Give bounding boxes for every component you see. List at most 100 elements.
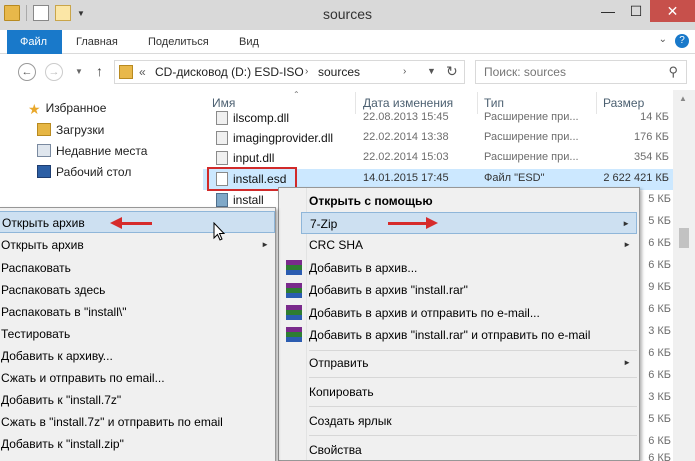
tab-view[interactable]: Вид: [227, 30, 271, 54]
breadcrumb-overflow[interactable]: «: [139, 65, 146, 79]
breadcrumb-separator[interactable]: ›: [305, 66, 308, 77]
menu-item-label: Добавить в архив и отправить по e-mail..…: [309, 306, 540, 320]
file-name: install: [233, 193, 264, 207]
winrar-icon: [286, 283, 302, 298]
submenu-arrow-icon: ►: [623, 240, 631, 249]
drive-icon: [119, 65, 133, 79]
sort-arrow-icon: ⌃: [293, 90, 300, 99]
menu-separator: [309, 435, 637, 436]
zip-item-7z-email[interactable]: Сжать в "install.7z" и отправить по emai…: [0, 411, 275, 433]
breadcrumb-drive[interactable]: CD-дисковод (D:) ESD-ISO: [155, 65, 304, 79]
maximize-button[interactable]: ☐: [622, 0, 650, 22]
zip-item-test[interactable]: Тестировать: [0, 323, 275, 345]
menu-item-label: Добавить в архив "install.rar" и отправи…: [309, 328, 591, 342]
nav-desktop[interactable]: Рабочий стол: [37, 165, 131, 179]
help-icon[interactable]: ?: [675, 34, 689, 48]
breadcrumb-separator[interactable]: ›: [403, 66, 406, 77]
menu-item-create-shortcut[interactable]: Создать ярлык: [301, 410, 637, 432]
menu-item-label: Отправить: [309, 356, 369, 370]
menu-item-copy[interactable]: Копировать: [301, 381, 637, 403]
minimize-button[interactable]: —: [594, 0, 622, 22]
search-icon[interactable]: ⚲: [668, 64, 678, 80]
file-size-fragment: 3 КБ: [648, 391, 671, 403]
navigation-pane: ★ Избранное Загрузки Недавние места Рабоч…: [0, 90, 203, 210]
breadcrumb-sources[interactable]: sources: [318, 65, 360, 79]
dll-file-icon: [216, 151, 228, 165]
menu-item-send-to[interactable]: Отправить ►: [301, 352, 637, 374]
file-size: 176 КБ: [633, 131, 669, 143]
file-size-fragment: 5 КБ: [648, 413, 671, 425]
nav-recent-places[interactable]: Недавние места: [37, 144, 147, 158]
mouse-cursor-icon: [213, 222, 226, 241]
up-button[interactable]: ↑: [96, 63, 103, 79]
address-dropdown-icon[interactable]: ▼: [427, 66, 436, 76]
menu-item-add-archive[interactable]: Добавить в архив...: [301, 257, 637, 279]
submenu-arrow-icon: ►: [622, 219, 630, 228]
file-date: 22.02.2014 15:03: [363, 151, 449, 163]
file-row[interactable]: imagingprovider.dll 22.02.2014 13:38 Рас…: [203, 128, 673, 149]
menu-item-7zip[interactable]: 7-Zip ►: [301, 212, 637, 234]
forward-button[interactable]: →: [45, 63, 63, 81]
zip-item-add-zip[interactable]: Добавить к "install.zip": [0, 433, 275, 455]
menu-separator: [309, 406, 637, 407]
refresh-icon[interactable]: ↻: [446, 63, 458, 80]
nav-favorites[interactable]: ★ Избранное: [28, 101, 106, 117]
menu-item-label: Копировать: [309, 385, 374, 399]
title-bar: ▼ sources — ☐ ✕: [0, 0, 695, 30]
close-button[interactable]: ✕: [650, 0, 695, 22]
tab-file[interactable]: Файл: [7, 30, 62, 54]
file-name: input.dll: [233, 151, 275, 165]
vertical-scrollbar[interactable]: ▲: [673, 90, 695, 461]
winrar-icon: [286, 327, 302, 342]
scroll-up-icon[interactable]: ▲: [679, 94, 687, 103]
menu-separator: [309, 377, 637, 378]
ribbon-controls: ⌄ ?: [659, 34, 689, 48]
menu-item-properties[interactable]: Свойства: [301, 439, 637, 461]
menu-item-label: Открыть архив: [1, 238, 84, 252]
file-size-fragment: 6 КБ: [648, 347, 671, 359]
recent-locations-icon[interactable]: ▼: [75, 67, 83, 76]
file-row[interactable]: input.dll 22.02.2014 15:03 Расширение пр…: [203, 148, 673, 169]
menu-item-add-rar-email[interactable]: Добавить в архив "install.rar" и отправи…: [301, 324, 637, 346]
zip-item-extract-here[interactable]: Распаковать здесь: [0, 279, 275, 301]
zip-item-add-7z[interactable]: Добавить к "install.7z": [0, 389, 275, 411]
search-box[interactable]: ⚲: [475, 60, 687, 84]
menu-item-crc-sha[interactable]: CRC SHA ►: [301, 234, 637, 256]
file-size-fragment: 9 КБ: [648, 281, 671, 293]
zip-item-extract[interactable]: Распаковать: [0, 257, 275, 279]
annotation-arrow-left: [110, 217, 152, 229]
file-size-fragment: 5 КБ: [648, 215, 671, 227]
navigation-row: ← → ▼ ↑ « CD-дисковод (D:) ESD-ISO › sou…: [0, 55, 695, 89]
file-size-fragment: 6 КБ: [648, 435, 671, 447]
winrar-icon: [286, 305, 302, 320]
back-button[interactable]: ←: [18, 63, 36, 81]
tab-home[interactable]: Главная: [64, 30, 130, 54]
menu-item-open-with[interactable]: Открыть с помощью: [301, 190, 637, 212]
expand-ribbon-icon[interactable]: ⌄: [659, 34, 667, 48]
desktop-icon: [37, 165, 51, 178]
file-row[interactable]: ilscomp.dll 22.08.2013 15:45 Расширение …: [203, 108, 673, 129]
file-type: Расширение при...: [484, 151, 579, 163]
menu-item-label: Распаковать здесь: [1, 283, 106, 297]
menu-item-label: Сжать в "install.7z" и отправить по emai…: [1, 415, 223, 429]
7zip-submenu: Открыть архив Открыть архив ► Распаковат…: [0, 207, 276, 461]
menu-item-add-email[interactable]: Добавить в архив и отправить по e-mail..…: [301, 302, 637, 324]
file-type: Расширение при...: [484, 111, 579, 123]
zip-item-open-archive-sub[interactable]: Открыть архив ►: [0, 234, 275, 256]
scroll-thumb[interactable]: [679, 228, 689, 248]
window-title: sources: [322, 6, 373, 22]
menu-item-add-install-rar[interactable]: Добавить в архив "install.rar": [301, 279, 637, 301]
zip-item-extract-to[interactable]: Распаковать в "install\": [0, 301, 275, 323]
tab-share[interactable]: Поделиться: [136, 30, 221, 54]
address-bar[interactable]: « CD-дисковод (D:) ESD-ISO › sources › ▼…: [114, 60, 465, 84]
zip-item-compress-email[interactable]: Сжать и отправить по email...: [0, 367, 275, 389]
file-size: 14 КБ: [640, 111, 669, 123]
file-type: Файл "ESD": [484, 172, 545, 184]
menu-item-label: Добавить к "install.7z": [1, 393, 122, 407]
setup-file-icon: [216, 193, 228, 207]
nav-downloads[interactable]: Загрузки: [37, 123, 104, 137]
zip-item-add[interactable]: Добавить к архиву...: [0, 345, 275, 367]
file-size: 2 622 421 КБ: [603, 172, 669, 184]
file-size-fragment: 6 КБ: [648, 452, 671, 461]
search-input[interactable]: [484, 64, 654, 80]
